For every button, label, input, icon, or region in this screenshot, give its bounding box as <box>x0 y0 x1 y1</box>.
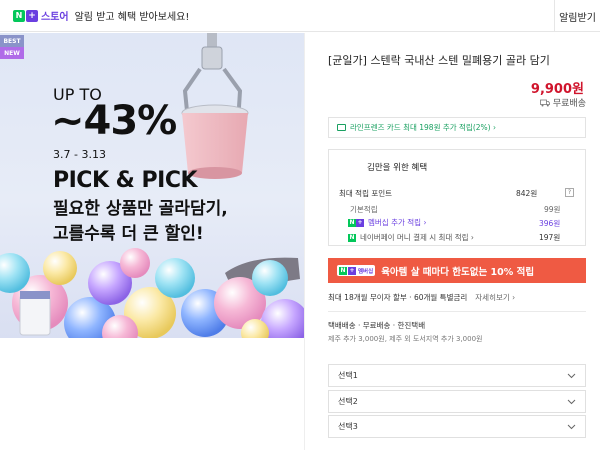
store-label: 스토어 <box>41 12 69 23</box>
chevron-down-icon <box>567 424 576 429</box>
option-select-2[interactable]: 선택2 <box>328 390 586 413</box>
naver-plus-store-logo[interactable]: N + 스토어 <box>13 8 69 23</box>
membership-promo-banner[interactable]: N + 멤버십 육아템 살 때마다 한도없는 10% 적립 <box>328 258 586 283</box>
max-points-value: 842원 <box>516 189 538 198</box>
naverpay-value: 197원 <box>539 233 561 242</box>
installment-text: 최대 18개월 무이자 할부 · 60개월 특별금리 <box>328 293 468 302</box>
truck-icon <box>539 99 550 106</box>
section-divider <box>328 311 586 312</box>
plus-icon: + <box>26 9 38 22</box>
installment-info: 최대 18개월 무이자 할부 · 60개월 특별금리 자세히보기 › <box>328 292 515 303</box>
naverpay-row[interactable]: N 네이버페이 머니 결제 시 최대 적립 › <box>348 232 474 243</box>
new-tag: NEW <box>0 47 24 59</box>
benefit-box: 김만을 위한 혜택 최대 적립 포인트 842원 ? 기본적립 99원 N + 멤… <box>328 149 586 246</box>
promo-text: 육아템 살 때마다 한도없는 10% 적립 <box>381 266 535 278</box>
banner-discount: ~43% <box>51 98 177 144</box>
banner-headline: PICK & PICK <box>53 168 198 193</box>
card-offer-text: 라인프렌즈 카드 최대 198원 추가 적립(2%) › <box>350 123 496 132</box>
shipping-summary: 무료배송 <box>539 96 586 109</box>
option-select-1[interactable]: 선택1 <box>328 364 586 387</box>
chevron-down-icon <box>567 399 576 404</box>
product-price: 9,900원 <box>530 82 584 97</box>
plus-icon: + <box>348 266 356 275</box>
basic-points-value: 99원 <box>544 205 561 214</box>
top-notice-bar: N + 스토어 알림 받고 혜택 받아보세요! 알림받기 <box>0 0 600 32</box>
max-points-label: 최대 적립 포인트 <box>339 189 393 198</box>
product-title: [균일가] 스텐락 국내산 스텐 밀폐용기 골라 담기 <box>328 54 550 67</box>
naver-n-icon: N <box>339 266 347 275</box>
naverpay-label: 네이버페이 머니 결제 시 최대 적립 › <box>360 233 474 242</box>
membership-value: 396원 <box>539 219 561 228</box>
delivery-method: 택배배송 · 무료배송 · 한진택배 <box>328 321 426 330</box>
naver-n-icon: N <box>348 218 356 227</box>
membership-label: 멤버십 추가 적립 › <box>368 218 427 227</box>
alert-subscribe-button[interactable]: 알림받기 <box>554 0 600 32</box>
membership-badge: N + 멤버십 <box>337 265 376 276</box>
chevron-down-icon <box>567 373 576 378</box>
banner-copy-line1: 필요한 상품만 골라담기, <box>53 199 228 219</box>
card-offer-banner[interactable]: 라인프렌즈 카드 최대 198원 추가 적립(2%) › <box>328 117 586 138</box>
promo-banner-image[interactable]: BEST NEW UP TO ~43% 3.7 - 3.13 PICK & PI… <box>0 33 304 338</box>
basic-points-label: 기본적립 <box>350 205 378 214</box>
naver-pay-icon: N <box>348 233 356 242</box>
naver-n-icon: N <box>13 9 25 22</box>
option-select-label: 선택2 <box>338 397 358 406</box>
delivery-extra-fee: 제주 추가 3,000원, 제주 외 도서지역 추가 3,000원 <box>328 335 483 343</box>
option-select-3[interactable]: 선택3 <box>328 415 586 438</box>
banner-copy-line2: 고를수록 더 큰 할인! <box>53 224 204 244</box>
option-select-label: 선택1 <box>338 371 358 380</box>
best-tag: BEST <box>0 35 24 47</box>
shipping-label: 무료배송 <box>552 99 586 109</box>
column-divider <box>304 33 305 450</box>
banner-dates: 3.7 - 3.13 <box>53 148 106 161</box>
option-select-label: 선택3 <box>338 422 358 431</box>
installment-more-link[interactable]: 자세히보기 › <box>475 292 515 303</box>
credit-card-icon <box>337 124 346 131</box>
notice-text: 알림 받고 혜택 받아보세요! <box>74 12 190 23</box>
plus-icon: + <box>356 218 364 227</box>
help-icon[interactable]: ? <box>565 188 574 197</box>
membership-badge-text: 멤버십 <box>358 268 374 275</box>
benefit-title: 김만을 위한 혜택 <box>367 163 428 173</box>
membership-row[interactable]: N + 멤버십 추가 적립 › <box>348 217 426 228</box>
